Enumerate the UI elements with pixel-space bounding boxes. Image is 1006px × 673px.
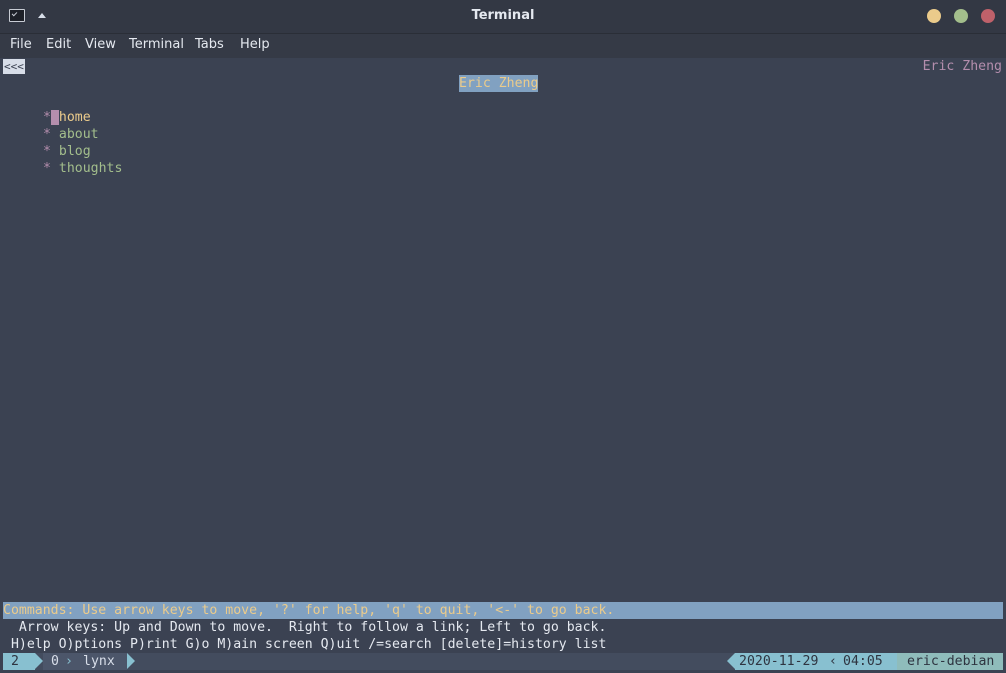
menu-tabs[interactable]: Tabs <box>195 37 224 52</box>
tmux-time: 04:05 <box>843 654 883 669</box>
commands-bar: Commands: Use arrow keys to move, '?' fo… <box>3 602 1003 619</box>
menu-view[interactable]: View <box>85 37 116 52</box>
nav-bullet: * <box>43 161 51 176</box>
nav-link-about[interactable]: about <box>59 127 99 142</box>
nav-item-home[interactable]: *_home <box>43 109 91 126</box>
hint-line-2: H)elp O)ptions P)rint G)o M)ain screen Q… <box>3 637 607 652</box>
tmux-window-name: lynx <box>83 654 115 669</box>
separator-arrow-icon <box>127 653 135 669</box>
minimize-button[interactable] <box>927 9 941 23</box>
terminal-window: Terminal File Edit View Terminal Tabs He… <box>0 0 1006 673</box>
nav-bullet: * <box>43 127 51 142</box>
tmux-window-index: 0 <box>51 654 59 669</box>
chevron-right-icon: › <box>65 654 73 669</box>
hint-line-1: Arrow keys: Up and Down to move. Right t… <box>3 620 607 635</box>
menu-terminal[interactable]: Terminal <box>129 37 184 52</box>
tmux-session[interactable]: 2 <box>3 653 35 670</box>
text-cursor: _ <box>50 110 59 125</box>
chevron-left-icon: ‹ <box>829 654 837 669</box>
nav-link-thoughts[interactable]: thoughts <box>59 161 123 176</box>
nav-item-thoughts[interactable]: * thoughts <box>43 160 122 177</box>
nav-link-blog[interactable]: blog <box>59 144 91 159</box>
menu-edit[interactable]: Edit <box>46 37 71 52</box>
separator-arrow-icon <box>727 653 735 669</box>
tmux-status-bar: 2 0 › lynx 2020-11-29 ‹ 04:05 eric-debia… <box>3 653 1003 670</box>
title-bar[interactable]: Terminal <box>0 0 1006 34</box>
site-name-right: Eric Zheng <box>922 59 1002 74</box>
terminal-content[interactable]: <<< Eric Zheng Eric Zheng *_home * about… <box>3 58 1003 670</box>
maximize-button[interactable] <box>954 9 968 23</box>
tmux-date: 2020-11-29 <box>739 654 819 669</box>
separator-arrow-icon <box>35 653 43 669</box>
tmux-hostname: eric-debian <box>897 653 1003 670</box>
menu-file[interactable]: File <box>10 37 32 52</box>
page-title: Eric Zheng <box>459 75 539 92</box>
nav-bullet: * <box>43 144 51 159</box>
window-title: Terminal <box>471 8 535 23</box>
nav-bullet: * <box>43 110 51 125</box>
nav-link-home[interactable]: home <box>59 110 91 125</box>
back-link[interactable]: <<< <box>3 59 25 74</box>
close-button[interactable] <box>981 9 995 23</box>
nav-item-blog[interactable]: * blog <box>43 143 91 160</box>
menu-bar: File Edit View Terminal Tabs Help <box>0 34 1006 58</box>
nav-item-about[interactable]: * about <box>43 126 99 143</box>
menu-help[interactable]: Help <box>240 37 270 52</box>
